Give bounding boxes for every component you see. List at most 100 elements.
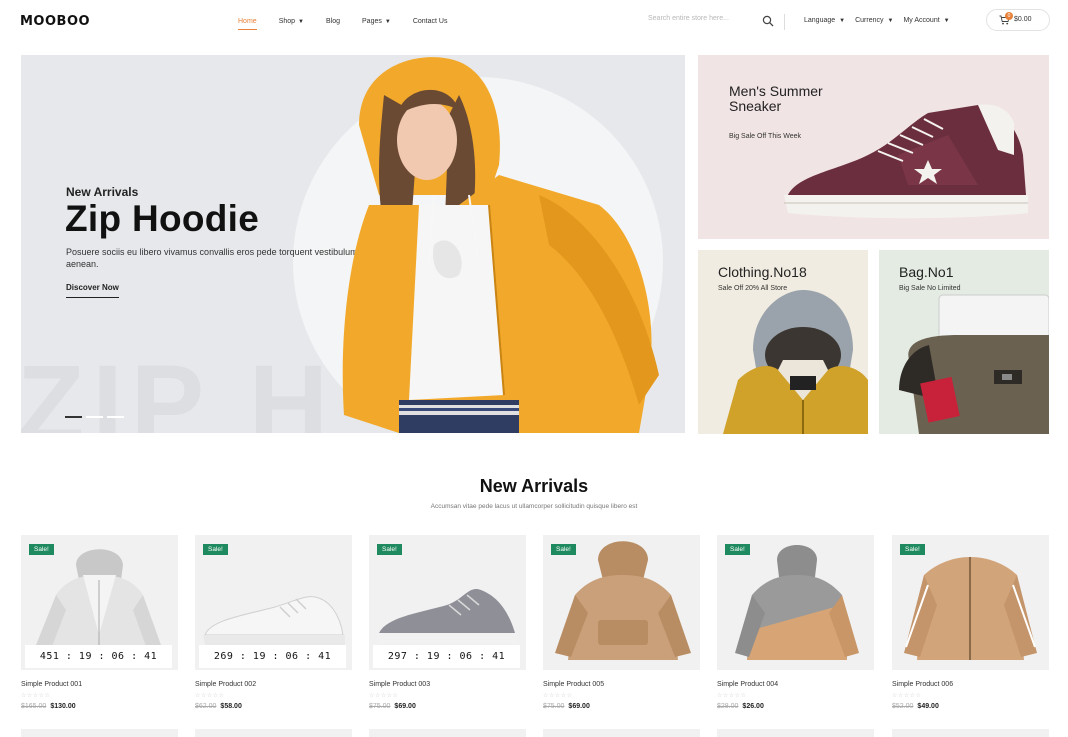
sale-price: $26.00: [742, 703, 764, 710]
hero-description: Posuere sociis eu libero vivamus convall…: [66, 247, 358, 269]
hero-model-image: [342, 57, 659, 433]
banner-bag[interactable]: Bag.No1 Big Sale No Limited: [879, 250, 1049, 434]
nav-item-blog[interactable]: Blog: [326, 18, 340, 25]
sale-price: $69.00: [568, 703, 590, 710]
section-title: New Arrivals: [479, 476, 589, 496]
product-card-partial[interactable]: [369, 729, 526, 737]
slide-dot-2[interactable]: [86, 416, 103, 418]
old-price: $52.00: [892, 703, 914, 710]
banner-clothing[interactable]: Clothing.No18 Sale Off 20% All Store: [698, 250, 868, 434]
hero-watermark: ZIP H: [21, 343, 337, 433]
language-dropdown[interactable]: Language ▼: [804, 17, 845, 24]
product-thumbnail[interactable]: [717, 535, 874, 670]
brand-name: MOOBOO: [20, 14, 91, 29]
discover-now-link[interactable]: Discover Now: [66, 283, 119, 298]
product-price: $165.00 $130.00: [21, 703, 76, 710]
product-name[interactable]: Simple Product 003: [369, 681, 430, 688]
chevron-down-icon: ▼: [384, 19, 391, 25]
nav-item-shop[interactable]: Shop ▼: [279, 18, 304, 25]
banner-mens-sneaker[interactable]: Men's Summer Sneaker Big Sale Off This W…: [698, 55, 1049, 239]
star-rating: ☆☆☆☆☆: [543, 693, 573, 699]
product-price: $75.00 $69.00: [543, 703, 590, 710]
product-card[interactable]: Sale! 451 : 19 : 06 : 41 Simple Product …: [21, 535, 178, 725]
product-card[interactable]: Sale! 269 : 19 : 06 : 41 Simple Product …: [195, 535, 352, 725]
old-price: $75.00: [543, 703, 565, 710]
banner-title: Bag.No1: [899, 264, 954, 280]
old-price: $75.00: [369, 703, 391, 710]
cart-button[interactable]: 0 $0.00: [986, 9, 1050, 31]
chevron-down-icon: ▼: [298, 19, 304, 25]
cart-total: $0.00: [1014, 16, 1032, 23]
product-thumbnail[interactable]: [892, 535, 1049, 670]
nav-item-contact[interactable]: Contact Us: [413, 18, 448, 25]
product-card-partial[interactable]: [717, 729, 874, 737]
product-name[interactable]: Simple Product 006: [892, 681, 953, 688]
account-label: My Account: [903, 17, 940, 24]
star-rating: ☆☆☆☆☆: [195, 693, 225, 699]
product-card-partial[interactable]: [195, 729, 352, 737]
sale-price: $130.00: [50, 703, 76, 710]
countdown-timer: 451 : 19 : 06 : 41: [25, 645, 172, 668]
star-rating: ☆☆☆☆☆: [717, 693, 747, 699]
product-price: $75.00 $69.00: [369, 703, 416, 710]
sale-badge: Sale!: [725, 544, 750, 555]
search-input[interactable]: Search entire store here...: [648, 15, 778, 29]
product-name[interactable]: Simple Product 001: [21, 681, 82, 688]
countdown-timer: 269 : 19 : 06 : 41: [199, 645, 346, 668]
product-name[interactable]: Simple Product 005: [543, 681, 604, 688]
product-card[interactable]: Sale! Simple Product 005 ☆☆☆☆☆ $75.00 $69…: [543, 535, 700, 725]
banner-title: Clothing.No18: [718, 264, 807, 280]
product-name[interactable]: Simple Product 002: [195, 681, 256, 688]
star-rating: ☆☆☆☆☆: [892, 693, 922, 699]
chevron-down-icon: ▼: [887, 18, 894, 24]
nav-label: Blog: [326, 18, 341, 25]
sale-badge: Sale!: [551, 544, 576, 555]
cart-count-badge: 0: [1005, 12, 1013, 20]
jacket-tan-icon: [904, 557, 1037, 660]
header-links: Language ▼ Currency ▼ My Account ▼: [804, 17, 960, 24]
sale-price: $49.00: [917, 703, 939, 710]
product-card[interactable]: Sale! Simple Product 006 ☆☆☆☆☆ $52.00 $49…: [892, 535, 1049, 725]
product-price: $28.00 $26.00: [717, 703, 764, 710]
product-name[interactable]: Simple Product 004: [717, 681, 778, 688]
nav-item-pages[interactable]: Pages ▼: [362, 18, 391, 25]
sale-badge: Sale!: [203, 544, 228, 555]
product-card-partial[interactable]: [543, 729, 700, 737]
product-card[interactable]: Sale! Simple Product 004 ☆☆☆☆☆ $28.00 $26…: [717, 535, 874, 725]
language-label: Language: [804, 17, 836, 24]
old-price: $165.00: [21, 703, 47, 710]
search-icon[interactable]: [762, 15, 774, 27]
product-card-partial[interactable]: [21, 729, 178, 737]
account-dropdown[interactable]: My Account ▼: [903, 17, 949, 24]
search-placeholder: Search entire store here...: [648, 15, 729, 22]
hero-slider[interactable]: ZIP H New Arrivals Zip Hoodie Posuere so…: [21, 55, 685, 433]
product-price: $52.00 $49.00: [892, 703, 939, 710]
chevron-down-icon: ▼: [943, 18, 950, 24]
currency-dropdown[interactable]: Currency ▼: [855, 17, 893, 24]
sale-badge: Sale!: [377, 544, 402, 555]
hero-slide-indicators: [65, 416, 124, 418]
section-subtitle: Accumsan vitae pede lacus ut ullamcorper…: [430, 503, 638, 510]
chevron-down-icon: ▼: [839, 18, 846, 24]
hoodie-tan-icon: [555, 541, 691, 660]
sale-badge: Sale!: [900, 544, 925, 555]
sneaker-maroon-icon: [784, 104, 1028, 219]
old-price: $62.00: [195, 703, 217, 710]
slide-dot-1[interactable]: [65, 416, 82, 418]
slide-dot-3[interactable]: [107, 416, 124, 418]
old-price: $28.00: [717, 703, 739, 710]
product-card-partial[interactable]: [892, 729, 1049, 737]
nav-label: Pages: [362, 18, 382, 25]
sale-price: $58.00: [220, 703, 242, 710]
sale-badge: Sale!: [29, 544, 54, 555]
star-rating: ☆☆☆☆☆: [369, 693, 399, 699]
product-thumbnail[interactable]: [543, 535, 700, 670]
brand-logo[interactable]: MOOBOO: [20, 14, 90, 29]
star-rating: ☆☆☆☆☆: [21, 693, 51, 699]
hoodie-gray-icon: [735, 545, 859, 660]
currency-label: Currency: [855, 17, 884, 24]
sale-price: $69.00: [394, 703, 416, 710]
product-card[interactable]: Sale! 297 : 19 : 06 : 41 Simple Product …: [369, 535, 526, 725]
nav-item-home[interactable]: Home: [238, 18, 257, 30]
main-nav: Home Shop ▼ Blog Pages ▼ Contact Us: [238, 18, 469, 30]
